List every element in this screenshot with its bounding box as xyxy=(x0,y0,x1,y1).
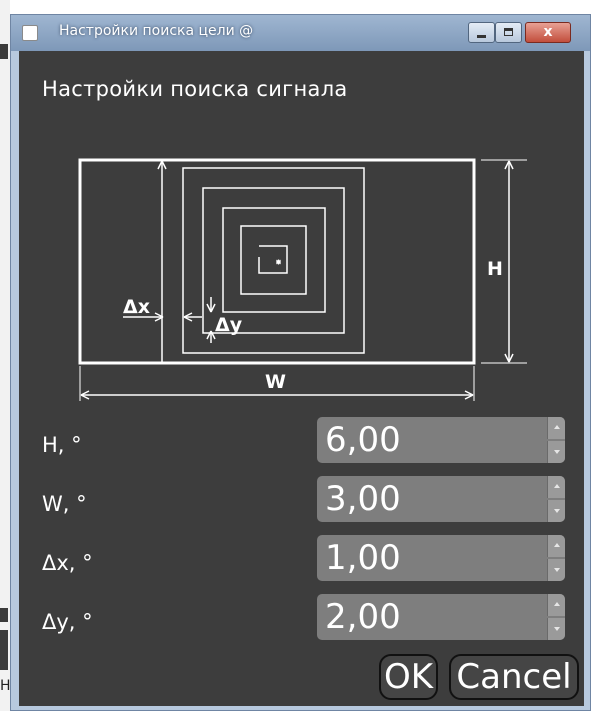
spiral-inner xyxy=(258,245,288,274)
close-button[interactable]: x xyxy=(525,22,571,43)
minimize-button[interactable] xyxy=(468,22,495,43)
app-icon xyxy=(22,25,38,41)
w-increment-icon[interactable] xyxy=(547,476,565,498)
field-h-label: H, ° xyxy=(42,433,82,457)
h-increment-icon[interactable] xyxy=(547,417,565,439)
h-spinbox[interactable]: 6,00 xyxy=(317,417,565,463)
title-bar[interactable]: Настройки поиска цели @ x xyxy=(11,15,590,51)
center-point xyxy=(276,259,281,265)
dx-increment-icon[interactable] xyxy=(547,535,565,557)
h-decrement-icon[interactable] xyxy=(547,441,565,463)
label-h: H xyxy=(487,258,503,280)
window-title: Настройки поиска цели @ xyxy=(59,23,254,39)
cancel-button[interactable]: Cancel xyxy=(449,654,579,700)
label-dy: Δy xyxy=(215,314,243,336)
background-fragment xyxy=(0,608,8,622)
ok-button[interactable]: OK xyxy=(379,654,438,700)
w-spinbox[interactable]: 3,00 xyxy=(317,476,565,522)
dy-spinbox[interactable]: 2,00 xyxy=(317,594,565,640)
w-decrement-icon[interactable] xyxy=(547,500,565,522)
spiral-loop xyxy=(182,167,365,354)
dy-increment-icon[interactable] xyxy=(547,594,565,616)
dy-value[interactable]: 2,00 xyxy=(325,596,401,638)
background-fragment xyxy=(0,630,8,670)
search-settings-window: Настройки поиска цели @ x Настройки поис… xyxy=(10,14,591,711)
minimize-icon xyxy=(477,35,486,38)
dx-value[interactable]: 1,00 xyxy=(325,537,401,579)
background-window-edge: Н xyxy=(0,0,11,711)
w-value[interactable]: 3,00 xyxy=(325,478,401,520)
search-pattern-diagram: H W Δx Δy xyxy=(78,158,527,401)
field-w-label: W, ° xyxy=(42,492,87,516)
label-w: W xyxy=(265,371,286,393)
dx-spinbox[interactable]: 1,00 xyxy=(317,535,565,581)
dx-decrement-icon[interactable] xyxy=(547,559,565,581)
maximize-icon xyxy=(504,28,513,36)
spiral-loop xyxy=(240,225,307,295)
spiral-loop xyxy=(222,207,326,313)
background-text: Н xyxy=(0,678,11,694)
close-icon: x xyxy=(543,24,553,40)
h-value[interactable]: 6,00 xyxy=(325,419,401,461)
field-dx-label: Δx, ° xyxy=(42,551,93,575)
label-dx: Δx xyxy=(123,296,150,318)
field-dy-label: Δy, ° xyxy=(42,610,93,634)
dialog-body: Настройки поиска сигнала H W Δx Δy H, ° … xyxy=(19,51,584,706)
maximize-button[interactable] xyxy=(495,22,522,43)
background-fragment xyxy=(0,44,8,59)
dy-decrement-icon[interactable] xyxy=(547,618,565,640)
